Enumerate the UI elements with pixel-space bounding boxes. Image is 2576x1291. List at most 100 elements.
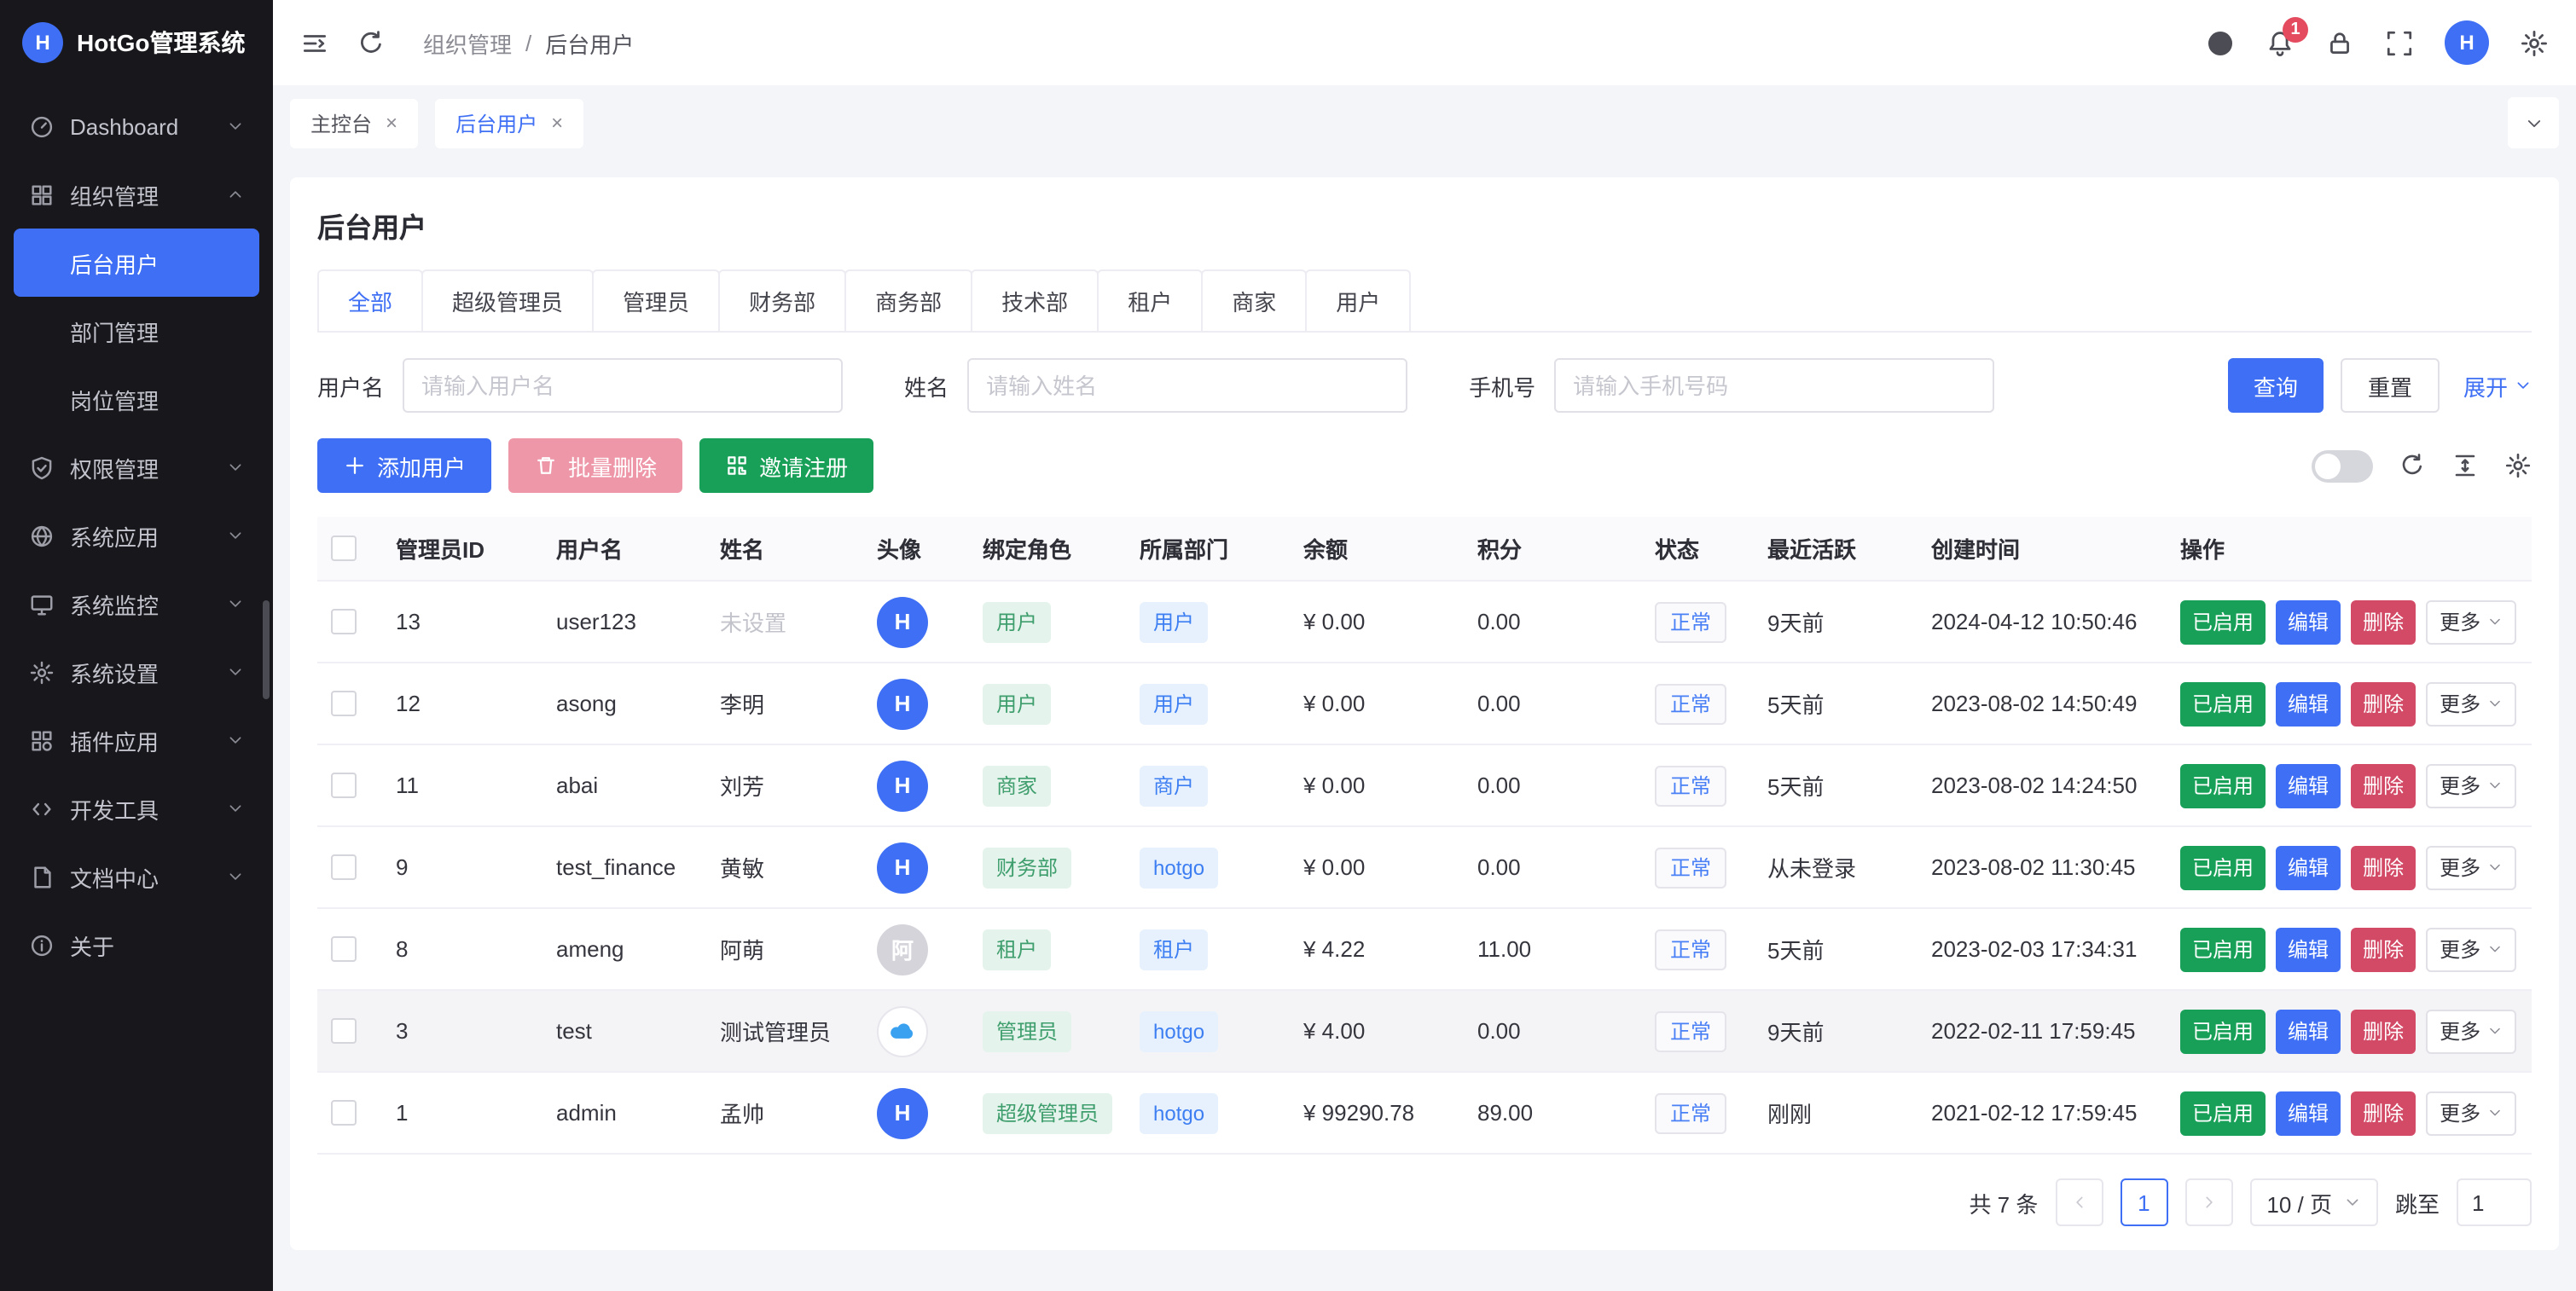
sidebar-item-apps[interactable]: 系统应用 xyxy=(14,501,259,570)
filter-tab-管理员[interactable]: 管理员 xyxy=(592,269,720,331)
more-button[interactable]: 更多 xyxy=(2426,845,2516,889)
delete-button[interactable]: 删除 xyxy=(2351,681,2416,726)
breadcrumb-item[interactable]: 组织管理 xyxy=(423,26,512,59)
delete-button[interactable]: 删除 xyxy=(2351,1009,2416,1053)
more-button[interactable]: 更多 xyxy=(2426,763,2516,808)
cell-actions: 已启用编辑删除更多 xyxy=(2180,681,2528,726)
more-button[interactable]: 更多 xyxy=(2426,1091,2516,1135)
sidebar-item-about[interactable]: 关于 xyxy=(14,911,259,979)
next-page-button[interactable] xyxy=(2184,1178,2232,1226)
enabled-button[interactable]: 已启用 xyxy=(2180,845,2266,889)
delete-button[interactable]: 删除 xyxy=(2351,763,2416,808)
tab-后台用户[interactable]: 后台用户× xyxy=(435,98,583,148)
enabled-button[interactable]: 已启用 xyxy=(2180,599,2266,644)
enabled-button[interactable]: 已启用 xyxy=(2180,763,2266,808)
row-checkbox[interactable] xyxy=(331,773,357,798)
tabs-dropdown-button[interactable] xyxy=(2508,97,2559,148)
prev-page-button[interactable] xyxy=(2055,1178,2103,1226)
search-button[interactable]: 查询 xyxy=(2228,358,2324,413)
filter-tab-技术部[interactable]: 技术部 xyxy=(971,269,1099,331)
sidebar-subitem-positions[interactable]: 岗位管理 xyxy=(14,365,259,433)
edit-button[interactable]: 编辑 xyxy=(2276,763,2341,808)
fullscreen-icon[interactable] xyxy=(2385,28,2414,57)
edit-button[interactable]: 编辑 xyxy=(2276,1009,2341,1053)
sidebar-subitem-departments[interactable]: 部门管理 xyxy=(14,297,259,365)
cell-role: 租户 xyxy=(983,929,1140,970)
reset-button[interactable]: 重置 xyxy=(2341,358,2440,413)
notifications-button[interactable]: 1 xyxy=(2266,28,2295,57)
more-button[interactable]: 更多 xyxy=(2426,681,2516,726)
sidebar-item-monitor[interactable]: 系统监控 xyxy=(14,570,259,638)
table-settings-icon[interactable] xyxy=(2504,452,2532,479)
page-size-select[interactable]: 10 / 页 xyxy=(2249,1178,2378,1226)
tab-close-icon[interactable]: × xyxy=(551,113,563,133)
add-user-button[interactable]: 添加用户 xyxy=(317,438,491,493)
expand-toggle[interactable]: 展开 xyxy=(2463,369,2532,402)
filter-tab-超级管理员[interactable]: 超级管理员 xyxy=(421,269,594,331)
filter-tab-商务部[interactable]: 商务部 xyxy=(844,269,972,331)
cell-avatar: 阿 xyxy=(877,923,983,975)
select-all-checkbox[interactable] xyxy=(331,536,357,561)
menu-collapse-icon[interactable] xyxy=(300,28,329,57)
enabled-button[interactable]: 已启用 xyxy=(2180,1009,2266,1053)
app-logo[interactable]: H HotGo管理系统 xyxy=(0,0,273,85)
more-button[interactable]: 更多 xyxy=(2426,599,2516,644)
table-refresh-icon[interactable] xyxy=(2399,452,2426,479)
batch-delete-button[interactable]: 批量删除 xyxy=(508,438,682,493)
enabled-button[interactable]: 已启用 xyxy=(2180,681,2266,726)
sidebar-item-plugins[interactable]: 插件应用 xyxy=(14,706,259,774)
page-number-button[interactable]: 1 xyxy=(2120,1178,2167,1226)
tab-主控台[interactable]: 主控台× xyxy=(290,98,418,148)
row-checkbox[interactable] xyxy=(331,1100,357,1126)
breadcrumb-item-current[interactable]: 后台用户 xyxy=(545,26,634,59)
delete-button[interactable]: 删除 xyxy=(2351,599,2416,644)
row-checkbox[interactable] xyxy=(331,691,357,716)
striped-toggle[interactable] xyxy=(2312,449,2373,482)
row-checkbox[interactable] xyxy=(331,609,357,634)
filter-input-1[interactable] xyxy=(967,358,1407,413)
sidebar-item-dashboard[interactable]: Dashboard xyxy=(14,92,259,160)
more-button[interactable]: 更多 xyxy=(2426,1009,2516,1053)
page-refresh-icon[interactable] xyxy=(357,28,386,57)
delete-button[interactable]: 删除 xyxy=(2351,845,2416,889)
filter-input-0[interactable] xyxy=(403,358,843,413)
filter-input-2[interactable] xyxy=(1554,358,1994,413)
lock-screen-icon[interactable] xyxy=(2325,28,2354,57)
filter-tab-用户[interactable]: 用户 xyxy=(1305,269,1411,331)
edit-button[interactable]: 编辑 xyxy=(2276,681,2341,726)
edit-button[interactable]: 编辑 xyxy=(2276,599,2341,644)
delete-button[interactable]: 删除 xyxy=(2351,927,2416,971)
filter-tab-财务部[interactable]: 财务部 xyxy=(718,269,846,331)
invite-register-button[interactable]: 邀请注册 xyxy=(699,438,873,493)
sidebar-scrollbar[interactable] xyxy=(263,600,270,699)
enabled-button[interactable]: 已启用 xyxy=(2180,1091,2266,1135)
table-row: 3test测试管理员管理员hotgo¥ 4.000.00正常9天前2022-02… xyxy=(317,991,2532,1073)
filter-tab-商家[interactable]: 商家 xyxy=(1201,269,1307,331)
jump-page-input[interactable] xyxy=(2457,1178,2532,1226)
row-checkbox[interactable] xyxy=(331,1018,357,1044)
more-button[interactable]: 更多 xyxy=(2426,927,2516,971)
filter-tab-租户[interactable]: 租户 xyxy=(1097,269,1203,331)
sidebar-item-devtools[interactable]: 开发工具 xyxy=(14,774,259,842)
row-height-icon[interactable] xyxy=(2451,452,2479,479)
github-icon[interactable] xyxy=(2206,28,2235,57)
sidebar-subitem-backend-users[interactable]: 后台用户 xyxy=(14,229,259,297)
sidebar-item-docs[interactable]: 文档中心 xyxy=(14,842,259,911)
cell-role: 用户 xyxy=(983,683,1140,724)
sidebar-item-settings[interactable]: 系统设置 xyxy=(14,638,259,706)
edit-button[interactable]: 编辑 xyxy=(2276,1091,2341,1135)
enabled-button[interactable]: 已启用 xyxy=(2180,927,2266,971)
row-checkbox[interactable] xyxy=(331,936,357,962)
filter-tab-全部[interactable]: 全部 xyxy=(317,269,423,331)
sidebar-item-auth[interactable]: 权限管理 xyxy=(14,433,259,501)
delete-button[interactable]: 删除 xyxy=(2351,1091,2416,1135)
cell-dept: 用户 xyxy=(1140,683,1303,724)
sidebar-item-org[interactable]: 组织管理 xyxy=(14,160,259,229)
user-avatar[interactable]: H xyxy=(2445,20,2489,65)
row-checkbox[interactable] xyxy=(331,854,357,880)
tab-close-icon[interactable]: × xyxy=(386,113,397,133)
edit-button[interactable]: 编辑 xyxy=(2276,927,2341,971)
edit-button[interactable]: 编辑 xyxy=(2276,845,2341,889)
cell-username: test xyxy=(556,1018,720,1044)
settings-icon[interactable] xyxy=(2520,28,2549,57)
